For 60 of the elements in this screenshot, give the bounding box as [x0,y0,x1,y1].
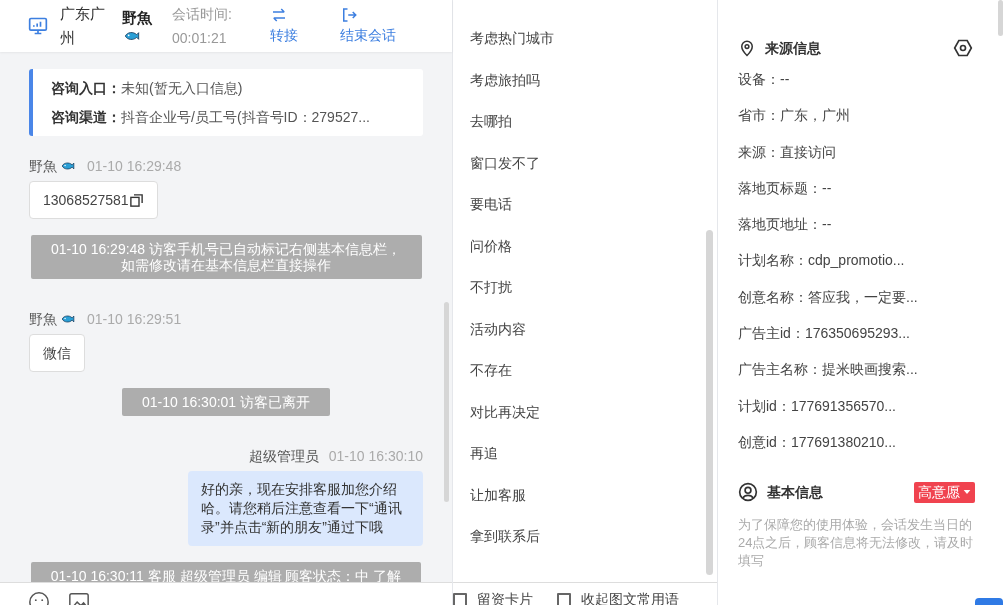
info-field: 广告主名称：提米映画搜索... [738,358,1003,395]
system-notice: 01-10 16:29:48 访客手机号已自动标记右侧基本信息栏，如需修改请在基本信息栏直接操作 [30,235,422,279]
session-time: 00:01:21 [172,29,228,48]
message-time: 01-10 16:29:48 [87,157,182,176]
sender-name: 野魚 [29,157,57,176]
settings-icon [953,38,973,58]
transfer-button[interactable]: 转接 [269,6,298,46]
visitor-name: 野魚 [122,8,152,28]
field-value: 抖音企业号/员工号(抖音号ID：279527... [121,108,370,127]
info-field: 广告主id：176350695293... [738,322,1003,359]
quick-reply-item[interactable]: 窗口发不了 [453,151,717,193]
quick-reply-item[interactable]: 让加客服 [453,483,717,525]
fish-icon [59,312,77,326]
message-bubble: 好的亲，现在安排客服加您介绍哈。请您稍后注意查看一下“通讯录”并点击“新的朋友”通过下哦 [188,471,423,546]
system-notice: 01-10 16:30:01 访客已离开 [121,388,331,416]
scrollbar-thumb[interactable] [706,230,713,575]
session-label: 会话时间: [172,5,232,24]
info-field: 创意名称：答应我，一定要... [738,285,1003,323]
message-text: 13068527581 [43,190,129,210]
location-pin-icon [738,38,756,58]
quick-reply-item[interactable]: 对比再决定 [453,400,717,442]
monitor-icon [28,16,48,36]
end-session-button[interactable]: 结束会话 [339,6,396,46]
checkbox[interactable] [557,593,571,605]
info-field: 创意id：177691380210... [738,430,1003,468]
info-field: 落地页地址：-- [738,213,1003,250]
info-field: 省市：广东，广州 [738,104,1003,141]
section-title: 基本信息 [767,482,823,502]
field-value: 未知(暂无入口信息) [121,79,243,98]
quick-reply-item[interactable]: 活动内容 [453,317,717,359]
quick-reply-item[interactable]: 拿到联系后 [453,525,717,567]
message-time: 01-10 16:29:51 [87,310,182,329]
quick-reply-item[interactable]: 去哪拍 [453,110,717,152]
intent-dropdown[interactable]: 高意愿 [914,481,975,503]
info-field: 设备：-- [738,68,1003,105]
checkbox[interactable] [453,593,467,605]
field-label: 咨询渠道： [51,108,121,127]
quick-reply-item[interactable]: 要电话 [453,193,717,235]
quick-reply-item[interactable]: 不存在 [453,359,717,401]
message-time: 01-10 16:30:10 [328,447,423,466]
sender-name: 超级管理员 [248,447,319,466]
field-label: 咨询入口： [51,79,121,98]
section-title: 来源信息 [765,38,821,58]
sender-name: 野魚 [29,310,57,329]
fish-icon [59,159,77,173]
quick-reply-item[interactable]: 考虑旅拍吗 [453,68,717,110]
info-field: 计划id：177691356570... [738,394,1003,431]
user-circle-icon [738,482,758,503]
info-field: 落地页标题：-- [738,176,1003,214]
quick-reply-item[interactable]: 考虑热门城市 [453,27,717,69]
info-field: 计划名称：cdp_promotio... [738,249,1003,286]
quick-reply-item[interactable]: 问价格 [453,234,717,276]
message-text: 微信 [43,343,71,363]
notice-text: 为了保障您的使用体验，会话发生当日的24点之后，顾客信息将无法修改，请及时填写 [738,516,975,571]
location-text: 广东广州 [60,4,106,48]
scrollbar-thumb[interactable] [998,0,1003,36]
scrollbar-thumb[interactable] [444,302,449,502]
quick-reply-item[interactable]: 再追 [453,442,717,484]
info-field: 来源：直接访问 [738,140,1003,177]
quick-reply-item[interactable]: 不打扰 [453,276,717,318]
